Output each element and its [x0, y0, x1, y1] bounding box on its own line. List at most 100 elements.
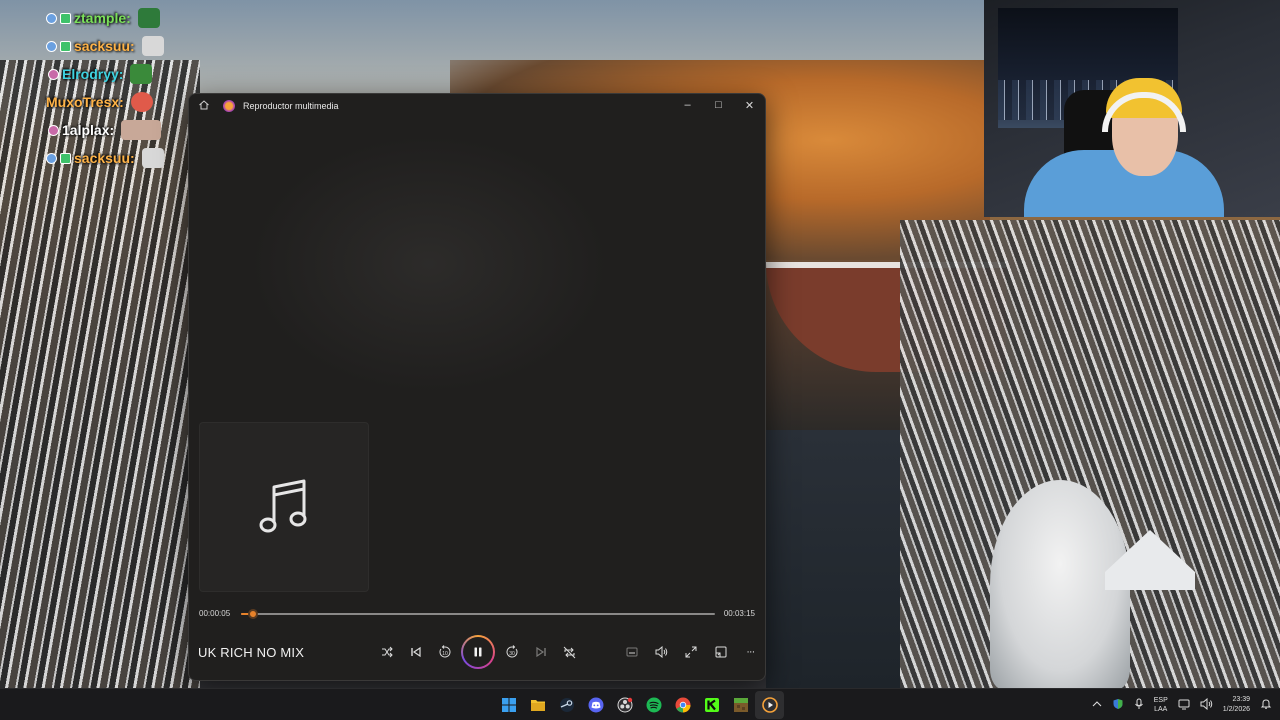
- title-bar[interactable]: Reproductor multimedia – □ ✕: [189, 94, 765, 118]
- sub-badge-icon: [48, 68, 59, 80]
- minecraft-icon: [733, 698, 748, 712]
- seek-bar[interactable]: [241, 609, 715, 619]
- sub-badge-icon: [46, 152, 57, 164]
- discord-button[interactable]: [581, 691, 610, 719]
- chat-username: MuxoTresx:: [46, 94, 124, 110]
- track-title: UK RICH NO MIX: [198, 645, 305, 660]
- spotify-icon: [646, 697, 661, 713]
- total-time: 00:03:15: [723, 609, 755, 618]
- next-icon: [535, 646, 546, 658]
- secondary-controls: ···: [618, 635, 766, 669]
- repeat-off-icon: [563, 646, 576, 658]
- minimize-button[interactable]: –: [672, 94, 703, 116]
- emote-icon: [121, 120, 162, 140]
- volume-icon: [655, 646, 668, 658]
- steam-button[interactable]: [552, 691, 581, 719]
- stream-chat-overlay: ztample: sacksuu: Elrodryy: MuxoTresx: 1…: [46, 4, 196, 172]
- language-indicator[interactable]: ESP LAA: [1154, 696, 1168, 714]
- clock-time: 23:39: [1232, 696, 1250, 703]
- miniplayer-button[interactable]: [618, 637, 648, 667]
- file-explorer-button[interactable]: [523, 691, 552, 719]
- sub-badge-icon: [48, 124, 59, 136]
- language-layout: LAA: [1154, 706, 1168, 713]
- media-player-app-icon: [223, 100, 235, 112]
- pause-icon: [463, 637, 493, 667]
- chevron-up-icon[interactable]: [1092, 699, 1102, 711]
- network-icon[interactable]: [1178, 698, 1190, 713]
- clock[interactable]: 23:39 1/2/2026: [1223, 695, 1250, 715]
- emote-icon: [141, 36, 164, 56]
- chrome-icon: [675, 697, 690, 713]
- speaker-icon[interactable]: [1200, 697, 1213, 713]
- chat-message: sacksuu:: [46, 144, 196, 172]
- window-controls: – □ ✕: [672, 94, 765, 116]
- spotify-button[interactable]: [639, 691, 668, 719]
- language-code: ESP: [1153, 697, 1168, 704]
- rewind-10-icon: 10: [439, 645, 450, 658]
- emote-icon: [137, 8, 160, 28]
- notification-bell-icon[interactable]: [1260, 698, 1272, 713]
- seek-bar-thumb[interactable]: [248, 609, 259, 619]
- obs-icon: [617, 697, 632, 713]
- shuffle-icon: [381, 646, 393, 658]
- webcam-overlay: [984, 0, 1280, 217]
- volume-button[interactable]: [647, 637, 677, 667]
- start-icon: [501, 698, 516, 712]
- play-pause-button[interactable]: [461, 635, 495, 669]
- taskbar-apps: [494, 689, 784, 720]
- chat-username: sacksuu:: [74, 38, 135, 54]
- media-player-taskbar-button[interactable]: [755, 691, 784, 719]
- chat-message: 1alplax:: [48, 116, 196, 144]
- next-button[interactable]: [526, 637, 555, 667]
- shuffle-button[interactable]: [372, 637, 401, 667]
- repeat-button[interactable]: [555, 637, 584, 667]
- fullscreen-button[interactable]: [677, 637, 707, 667]
- rewind-10-label: 10: [442, 651, 448, 657]
- chat-username: sacksuu:: [74, 150, 135, 166]
- sub-badge-icon: [46, 12, 57, 24]
- chat-username: ztample:: [74, 10, 131, 26]
- music-note-icon: [259, 479, 307, 533]
- chat-message: ztample:: [46, 4, 196, 32]
- chat-message: Elrodryy:: [48, 60, 196, 88]
- chat-username: 1alplax:: [62, 122, 115, 138]
- mod-badge-icon: [60, 152, 71, 164]
- mod-badge-icon: [60, 12, 71, 24]
- taskbar: ESP LAA 23:39 1/2/2026: [0, 688, 1280, 720]
- sub-badge-icon: [46, 40, 57, 52]
- mod-badge-icon: [60, 40, 71, 52]
- miniplayer-icon: [626, 647, 638, 657]
- emote-icon: [141, 148, 164, 168]
- previous-icon: [410, 646, 421, 658]
- chat-message: sacksuu:: [46, 32, 196, 60]
- chrome-button[interactable]: [668, 691, 697, 719]
- start-button[interactable]: [494, 691, 523, 719]
- minecraft-button[interactable]: [726, 691, 755, 719]
- more-button[interactable]: ···: [736, 637, 766, 667]
- more-icon: ···: [746, 646, 755, 658]
- home-icon[interactable]: [197, 99, 211, 113]
- cast-icon: [715, 646, 727, 658]
- rewind-10-button[interactable]: 10: [430, 637, 459, 667]
- microphone-icon[interactable]: [1134, 698, 1144, 713]
- forward-30-icon: 30: [506, 645, 517, 658]
- fullscreen-icon: [685, 646, 697, 658]
- cast-button[interactable]: [706, 637, 736, 667]
- media-player-icon: [761, 697, 778, 713]
- system-tray: ESP LAA 23:39 1/2/2026: [1092, 689, 1272, 720]
- obs-button[interactable]: [610, 691, 639, 719]
- maximize-button[interactable]: □: [703, 94, 734, 116]
- album-art: [199, 422, 369, 592]
- close-button[interactable]: ✕: [734, 94, 765, 116]
- chat-message: MuxoTresx:: [46, 88, 196, 116]
- discord-icon: [588, 697, 603, 713]
- forward-30-label: 30: [509, 651, 515, 657]
- previous-button[interactable]: [401, 637, 430, 667]
- window-title: Reproductor multimedia: [243, 101, 339, 111]
- kick-button[interactable]: [697, 691, 726, 719]
- emote-icon: [130, 92, 153, 112]
- kick-icon: [704, 698, 719, 712]
- defender-icon[interactable]: [1112, 698, 1124, 713]
- file-explorer-icon: [530, 700, 545, 711]
- forward-30-button[interactable]: 30: [497, 637, 526, 667]
